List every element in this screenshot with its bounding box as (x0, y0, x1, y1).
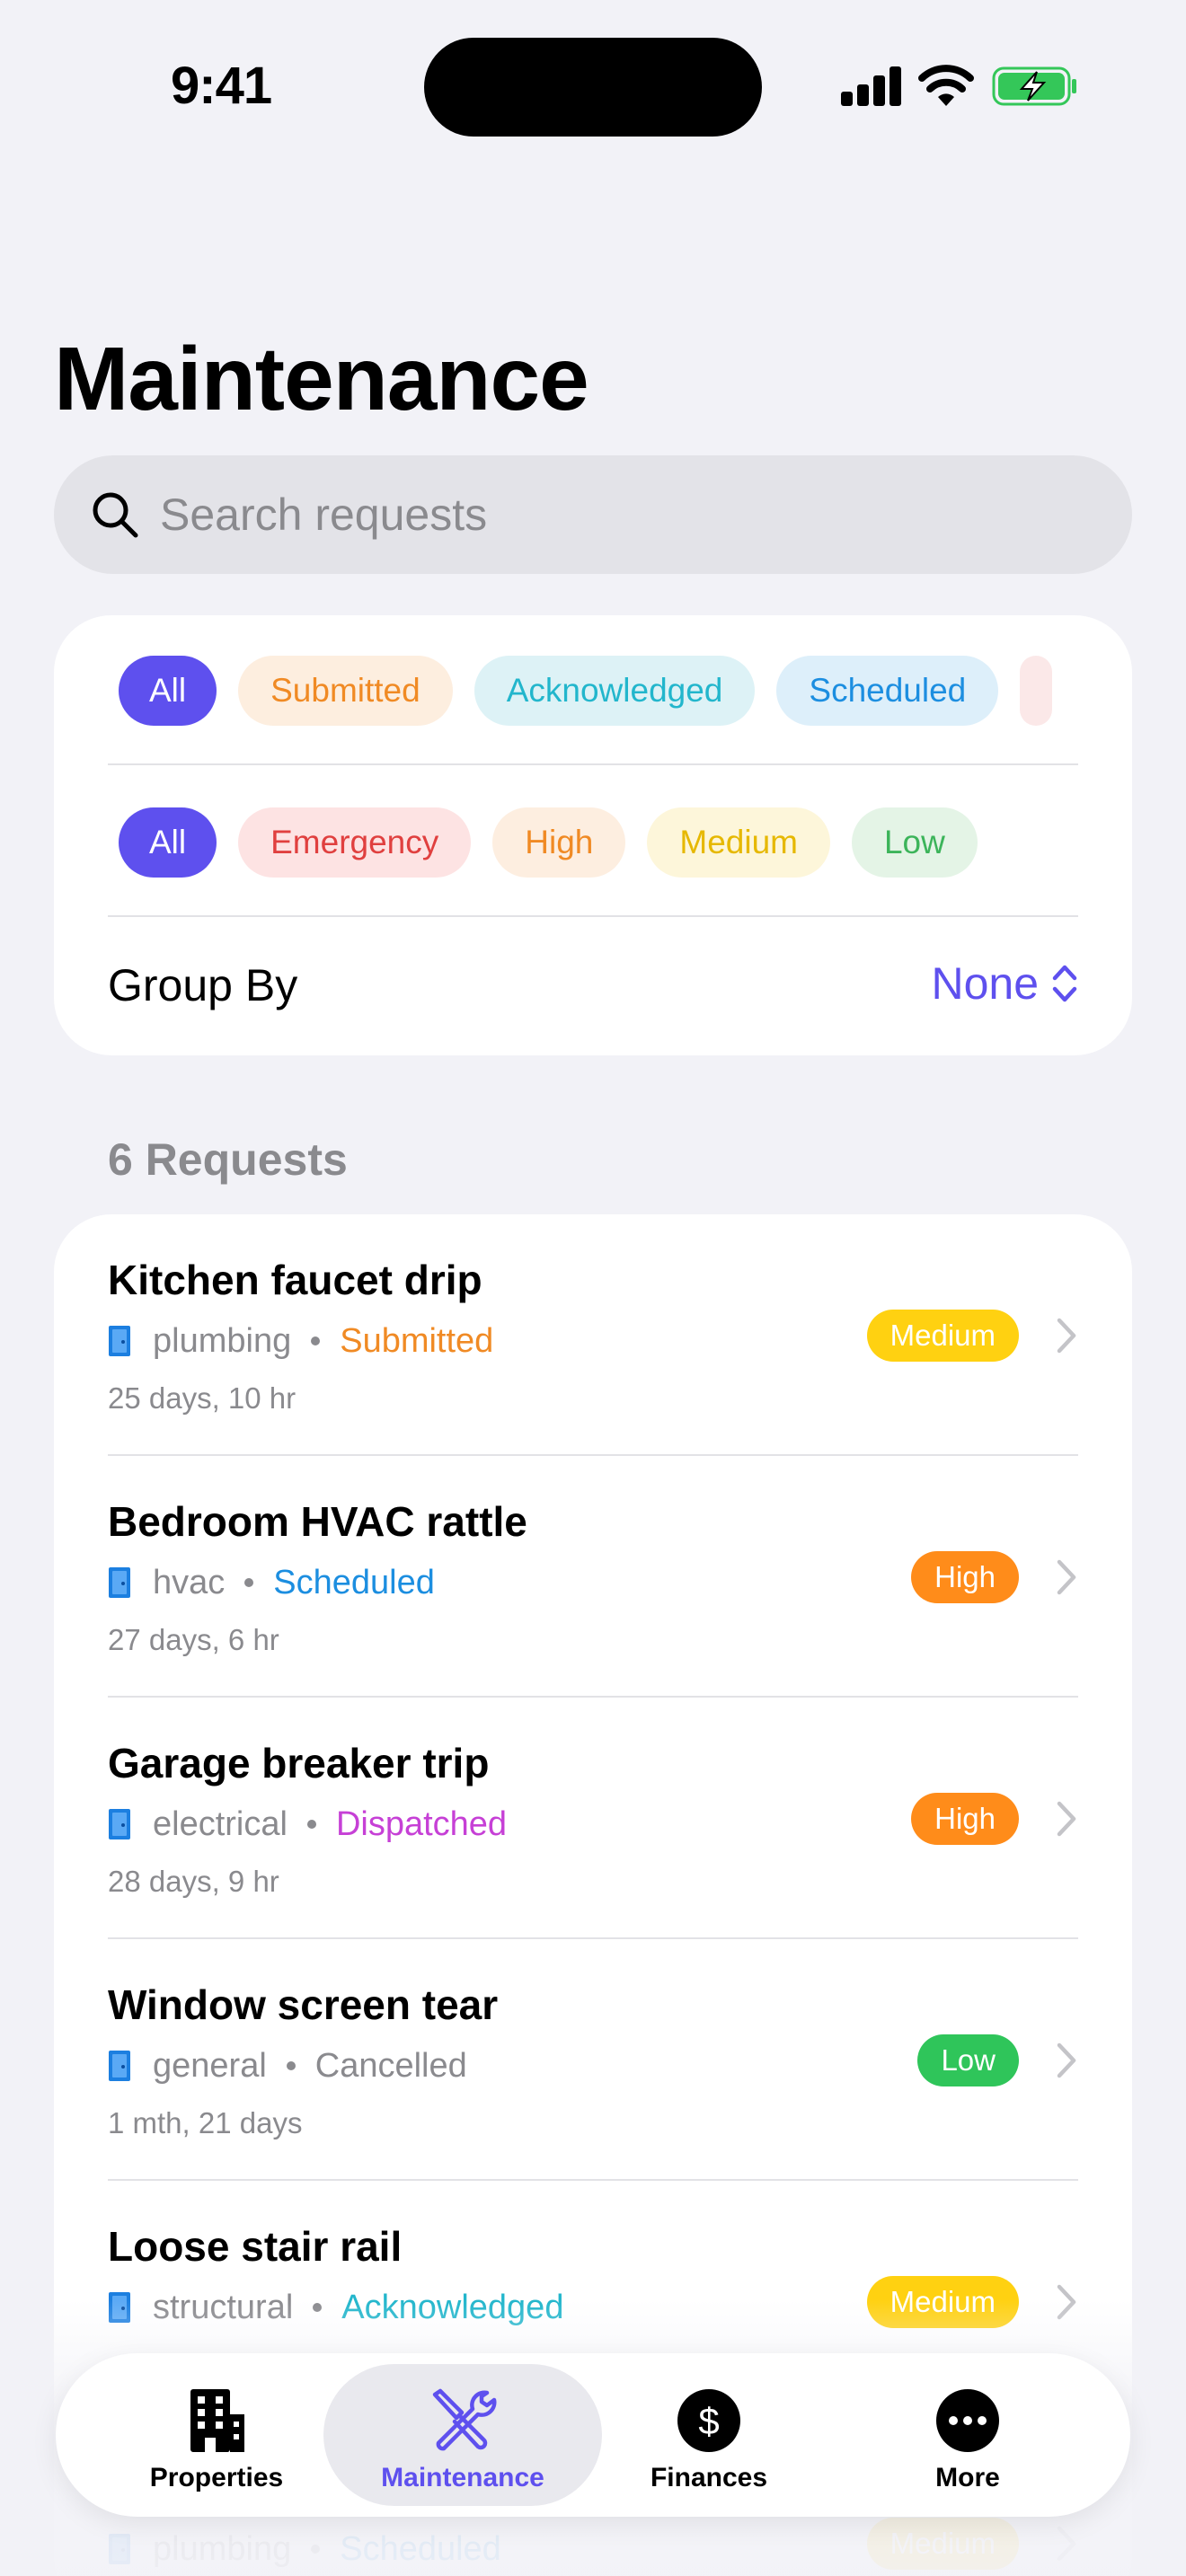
request-status: Submitted (340, 1321, 494, 1360)
divider (108, 763, 1078, 765)
ellipsis-circle-icon (936, 2389, 999, 2452)
search-icon (93, 492, 138, 538)
chevron-right-icon (1057, 2042, 1076, 2078)
status-chip-scheduled[interactable]: Scheduled (776, 656, 999, 726)
request-title: Kitchen faucet drip (108, 1257, 482, 1303)
status-chip-acknowledged[interactable]: Acknowledged (474, 656, 756, 726)
svg-text:$: $ (698, 2400, 719, 2442)
priority-badge: High (911, 1793, 1019, 1845)
request-category: electrical (153, 1804, 288, 1843)
wifi-icon (918, 65, 974, 106)
dollar-circle-icon: $ (677, 2389, 740, 2452)
request-age: 27 days, 6 hr (108, 1623, 279, 1656)
request-title: Window screen tear (108, 1981, 499, 2028)
group-by-label: Group By (108, 960, 298, 1010)
tab-more[interactable]: More (828, 2364, 1107, 2506)
request-meta: general Cancelled (108, 2043, 467, 2088)
chevron-right-icon (1057, 1318, 1076, 1354)
group-by-picker[interactable]: None (931, 957, 1078, 1010)
priority-chip-medium[interactable]: Medium (647, 807, 830, 878)
request-age: 25 days, 10 hr (108, 1381, 296, 1415)
status-chip-overflow[interactable] (1020, 656, 1053, 726)
tab-label: Maintenance (381, 2463, 544, 2492)
request-meta: hvac Scheduled (108, 1560, 435, 1605)
request-status: Scheduled (273, 1563, 435, 1601)
priority-chip-low[interactable]: Low (851, 807, 978, 878)
building-icon (190, 2389, 244, 2452)
request-title: Bedroom HVAC rattle (108, 1498, 527, 1545)
filter-card: All Submitted Acknowledged Scheduled All… (54, 615, 1132, 1055)
tab-label: More (935, 2463, 1000, 2492)
tab-label: Properties (149, 2463, 284, 2492)
request-meta: plumbing Submitted (108, 1319, 493, 1363)
request-row[interactable]: Garage breaker trip electrical Dispatched 2… (54, 1698, 1132, 1939)
priority-chip-all[interactable]: All (119, 807, 217, 878)
tab-label: Finances (650, 2463, 768, 2492)
chevron-up-down-icon (1052, 965, 1077, 1002)
request-status: Cancelled (314, 2046, 467, 2085)
cellular-signal-icon (841, 66, 902, 106)
request-title: Loose stair rail (108, 2223, 403, 2270)
tab-finances[interactable]: $ Finances (570, 2364, 848, 2506)
priority-chip-high[interactable]: High (492, 807, 626, 878)
status-bar: 9:41 (0, 0, 1186, 180)
request-status: Dispatched (335, 1804, 508, 1843)
group-by-value: None (931, 958, 1039, 1009)
door-icon (109, 2051, 130, 2081)
requests-count: 6 Requests (108, 1134, 348, 1185)
separator-dot (306, 1820, 316, 1829)
door-icon (109, 1809, 130, 1839)
priority-badge: Low (917, 2034, 1019, 2086)
chevron-right-icon (1057, 1801, 1076, 1837)
door-icon (109, 1326, 130, 1356)
search-bar[interactable] (54, 455, 1132, 574)
tab-properties[interactable]: Properties (77, 2364, 356, 2506)
search-input[interactable] (160, 455, 1094, 574)
divider (108, 915, 1078, 917)
tab-bar: Properties Maintenance $ Finances More (56, 2353, 1130, 2517)
status-chip-all[interactable]: All (119, 656, 217, 726)
status-time: 9:41 (171, 57, 272, 115)
request-row[interactable]: Bedroom HVAC rattle hvac Scheduled 27 days,… (54, 1456, 1132, 1698)
separator-dot (311, 1337, 321, 1345)
door-icon (109, 1567, 130, 1598)
priority-chip-emergency[interactable]: Emergency (238, 807, 472, 878)
request-category: plumbing (153, 1321, 292, 1360)
tab-maintenance[interactable]: Maintenance (323, 2364, 602, 2506)
chevron-right-icon (1057, 1559, 1076, 1595)
dynamic-island (424, 38, 762, 137)
priority-badge: Medium (866, 1310, 1019, 1362)
priority-filter-row: All Emergency High Medium Low (119, 807, 978, 878)
status-filter-row: All Submitted Acknowledged Scheduled (119, 656, 1053, 726)
request-row[interactable]: Kitchen faucet drip plumbing Submitted 25 d… (54, 1214, 1132, 1456)
request-category: hvac (153, 1563, 226, 1601)
status-chip-submitted[interactable]: Submitted (238, 656, 453, 726)
wrench-screwdriver-icon (432, 2388, 497, 2451)
request-category: general (153, 2046, 267, 2085)
separator-dot (286, 2061, 296, 2070)
separator-dot (244, 1578, 254, 1587)
request-title: Garage breaker trip (108, 1740, 490, 1786)
priority-badge: High (911, 1551, 1019, 1603)
battery-charging-icon (992, 66, 1076, 106)
page-title: Maintenance (54, 329, 589, 429)
request-meta: electrical Dispatched (108, 1802, 507, 1847)
request-age: 28 days, 9 hr (108, 1865, 279, 1898)
request-row[interactable]: Window screen tear general Cancelled 1 mth,… (54, 1939, 1132, 2181)
request-age: 1 mth, 21 days (108, 2106, 303, 2139)
